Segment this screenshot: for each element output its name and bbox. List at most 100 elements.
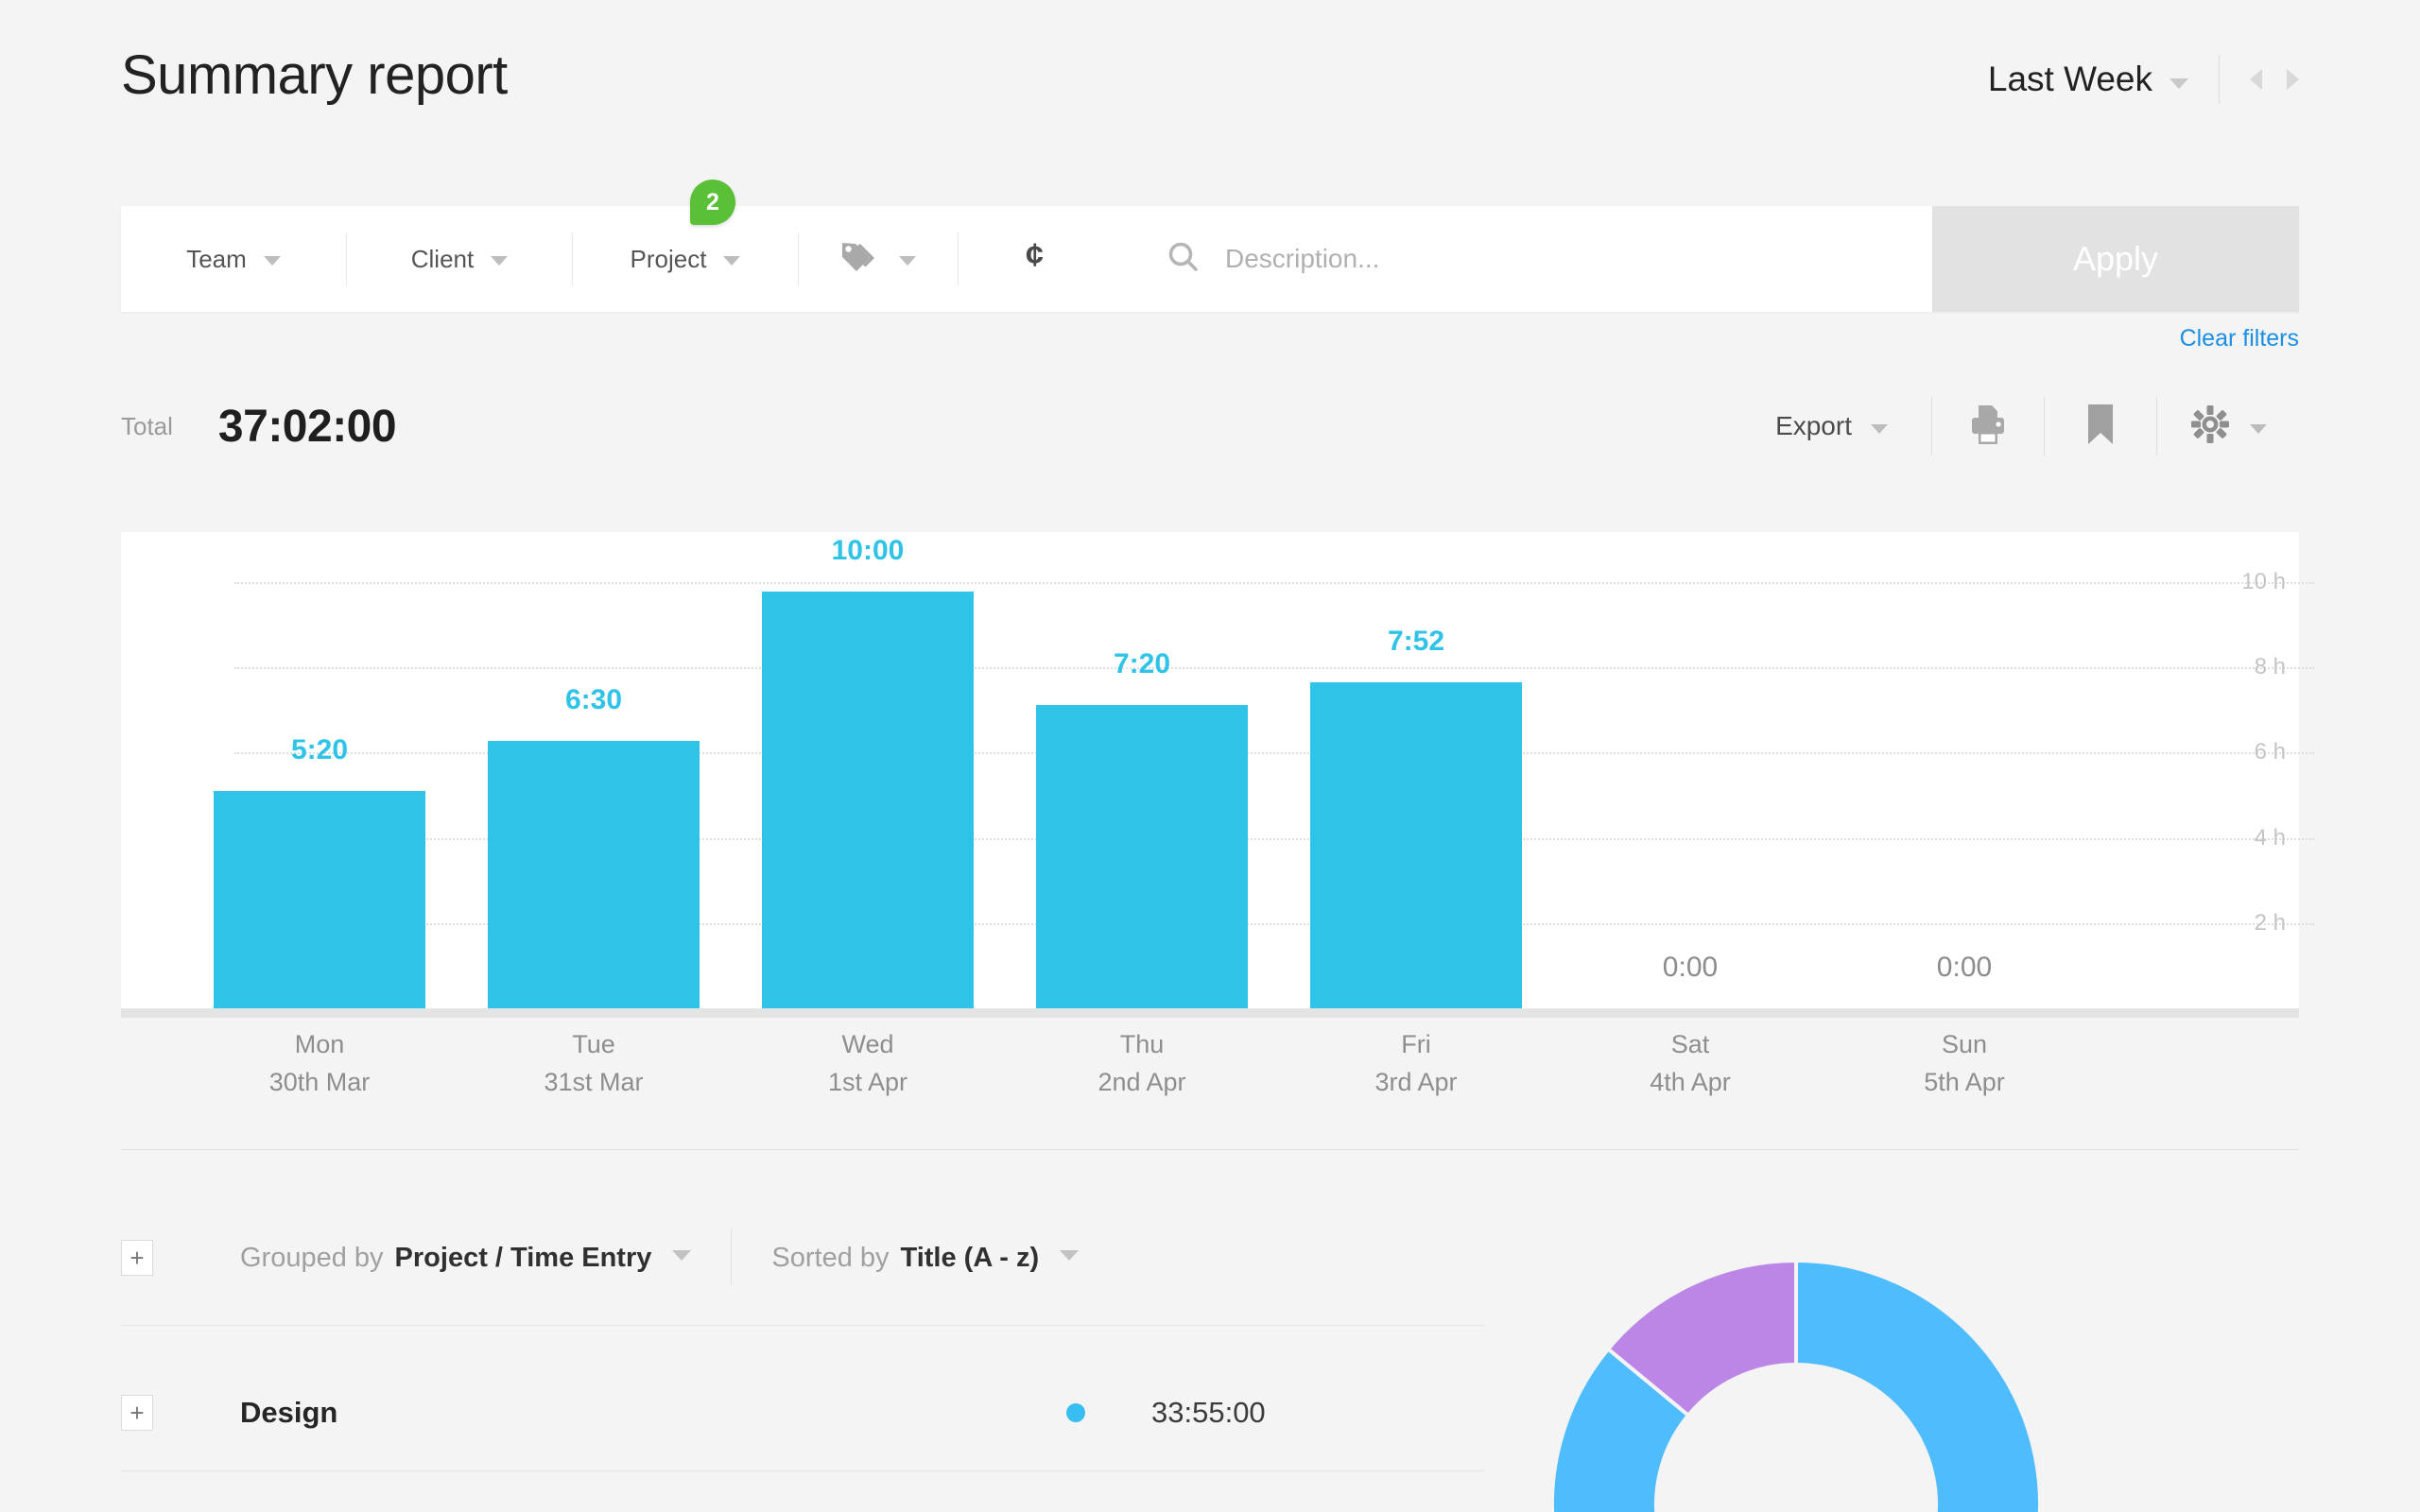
chevron-down-icon bbox=[2250, 424, 2267, 434]
chart-baseline bbox=[121, 1008, 2299, 1018]
filter-project[interactable]: Project 2 bbox=[573, 180, 798, 312]
summary-report-page: Summary report Last Week Team Client Pro… bbox=[0, 0, 2420, 1512]
filter-bar: Team Client Project 2 ¢ Description... A… bbox=[121, 180, 2299, 312]
x-axis-label: Fri 3rd Apr bbox=[1310, 1025, 1522, 1101]
chevron-down-icon bbox=[1871, 424, 1888, 434]
x-axis-day: Thu bbox=[1119, 1030, 1165, 1058]
bar-column[interactable] bbox=[488, 741, 700, 1018]
filter-team[interactable]: Team bbox=[121, 206, 346, 312]
date-nav bbox=[2250, 69, 2299, 90]
x-axis-date: 3rd Apr bbox=[1374, 1068, 1458, 1096]
apply-button[interactable]: Apply bbox=[1932, 206, 2299, 312]
row-color-dot bbox=[1066, 1403, 1085, 1422]
divider bbox=[121, 1149, 2299, 1150]
filter-client[interactable]: Client bbox=[347, 206, 572, 312]
chart-bars: 5:20 6:30 10:00 7:20 7:52 0:00 0:00 bbox=[121, 532, 2299, 1018]
grouped-by-dropdown[interactable]: Grouped by Project / Time Entry bbox=[240, 1242, 692, 1274]
grouped-by-value: Project / Time Entry bbox=[394, 1242, 652, 1273]
search-field-group bbox=[1117, 206, 1932, 312]
x-axis-date: 31st Mar bbox=[544, 1068, 644, 1096]
x-axis-label: Thu 2nd Apr bbox=[1036, 1025, 1248, 1101]
clear-filters-link[interactable]: Clear filters bbox=[2180, 325, 2299, 352]
bar-column[interactable] bbox=[214, 791, 425, 1018]
bar-value-label: 0:00 bbox=[1662, 952, 1719, 983]
x-axis-label: Tue 31st Mar bbox=[488, 1025, 700, 1101]
chevron-left-icon[interactable] bbox=[2250, 69, 2262, 90]
filter-client-label: Client bbox=[410, 244, 475, 273]
chevron-down-icon bbox=[672, 1249, 692, 1261]
row-expand-button[interactable]: + bbox=[121, 1395, 153, 1431]
bar-value-label: 5:20 bbox=[290, 734, 349, 765]
project-donut-chart bbox=[1541, 1249, 2051, 1512]
bar-value-label: 7:20 bbox=[1113, 648, 1171, 679]
x-axis-day: Sun bbox=[1941, 1030, 1988, 1058]
chart-x-axis-labels: Mon 30th Mar Tue 31st Mar Wed 1st Apr Thu 2nd A… bbox=[121, 1025, 2299, 1103]
chevron-down-icon bbox=[1060, 1249, 1080, 1261]
bar-value-label: 7:52 bbox=[1387, 626, 1445, 657]
bar-value-label: 10:00 bbox=[831, 535, 905, 566]
divider bbox=[731, 1229, 733, 1286]
grouped-by-prefix: Grouped by bbox=[240, 1242, 384, 1273]
bar-column[interactable] bbox=[1036, 705, 1248, 1018]
x-axis-label: Sun 5th Apr bbox=[1858, 1025, 2070, 1101]
x-axis-date: 30th Mar bbox=[268, 1068, 371, 1096]
x-axis-label: Wed 1st Apr bbox=[762, 1025, 974, 1101]
table-row[interactable]: + Design 33:55:00 bbox=[121, 1361, 1484, 1465]
x-axis-day: Wed bbox=[841, 1030, 894, 1058]
chart-bar[interactable] bbox=[1310, 682, 1522, 1018]
x-axis-day: Fri bbox=[1401, 1030, 1431, 1058]
date-range-dropdown[interactable]: Last Week bbox=[1988, 60, 2188, 99]
sorted-by-prefix: Sorted by bbox=[771, 1242, 890, 1273]
page-title: Summary report bbox=[121, 44, 508, 106]
printer-icon bbox=[1967, 403, 2009, 451]
currency-icon: ¢ bbox=[1022, 236, 1054, 283]
bar-column[interactable] bbox=[762, 592, 974, 1018]
bookmark-icon bbox=[2084, 403, 2117, 451]
chevron-down-icon bbox=[723, 256, 741, 266]
x-axis-day: Tue bbox=[572, 1030, 615, 1058]
x-axis-day: Sat bbox=[1670, 1030, 1710, 1058]
filter-tag[interactable] bbox=[799, 206, 958, 312]
total-row: Total 37:02:00 Export bbox=[121, 386, 2299, 467]
print-button[interactable] bbox=[1932, 386, 2044, 467]
x-axis-date: 1st Apr bbox=[827, 1068, 908, 1096]
expand-all-button[interactable]: + bbox=[121, 1240, 153, 1276]
search-icon bbox=[1167, 240, 1201, 279]
x-axis-date: 5th Apr bbox=[1924, 1068, 2005, 1096]
filter-billable[interactable]: ¢ bbox=[959, 206, 1117, 312]
chevron-down-icon bbox=[2169, 77, 2188, 89]
divider bbox=[121, 1325, 1484, 1326]
date-range-label: Last Week bbox=[1987, 60, 2152, 98]
bar-value-label: 6:30 bbox=[564, 684, 623, 715]
search-input[interactable] bbox=[1225, 244, 1932, 274]
tag-icon bbox=[840, 239, 882, 280]
settings-dropdown[interactable] bbox=[2157, 386, 2299, 467]
page-header: Summary report Last Week bbox=[121, 42, 2299, 117]
chart-bar[interactable] bbox=[488, 741, 700, 1018]
divider bbox=[121, 1470, 1484, 1471]
x-axis-date: 2nd Apr bbox=[1098, 1068, 1186, 1096]
chevron-right-icon[interactable] bbox=[2287, 69, 2299, 90]
bookmark-button[interactable] bbox=[2045, 386, 2156, 467]
filter-project-label: Project bbox=[630, 244, 707, 273]
chart-bar[interactable] bbox=[762, 592, 974, 1018]
bar-column[interactable] bbox=[1310, 682, 1522, 1018]
gear-icon bbox=[2189, 404, 2231, 450]
divider bbox=[2219, 55, 2220, 104]
chevron-down-icon bbox=[491, 256, 509, 266]
chart-bar[interactable] bbox=[1036, 705, 1248, 1018]
sorted-by-dropdown[interactable]: Sorted by Title (A - z) bbox=[771, 1242, 1080, 1274]
date-range-selector: Last Week bbox=[1988, 53, 2299, 106]
x-axis-day: Mon bbox=[294, 1030, 345, 1058]
chart-bar[interactable] bbox=[214, 791, 425, 1018]
sorted-by-value: Title (A - z) bbox=[900, 1242, 1040, 1273]
x-axis-label: Mon 30th Mar bbox=[214, 1025, 425, 1101]
x-axis-date: 4th Apr bbox=[1650, 1068, 1731, 1096]
report-toolbar: Export bbox=[1775, 386, 2299, 467]
export-label: Export bbox=[1775, 411, 1852, 440]
project-filter-count-badge: 2 bbox=[690, 180, 735, 225]
total-value: 37:02:00 bbox=[217, 401, 397, 452]
export-dropdown[interactable]: Export bbox=[1775, 411, 1931, 441]
svg-text:¢: ¢ bbox=[1026, 237, 1044, 273]
row-project-name: Design bbox=[240, 1396, 338, 1429]
